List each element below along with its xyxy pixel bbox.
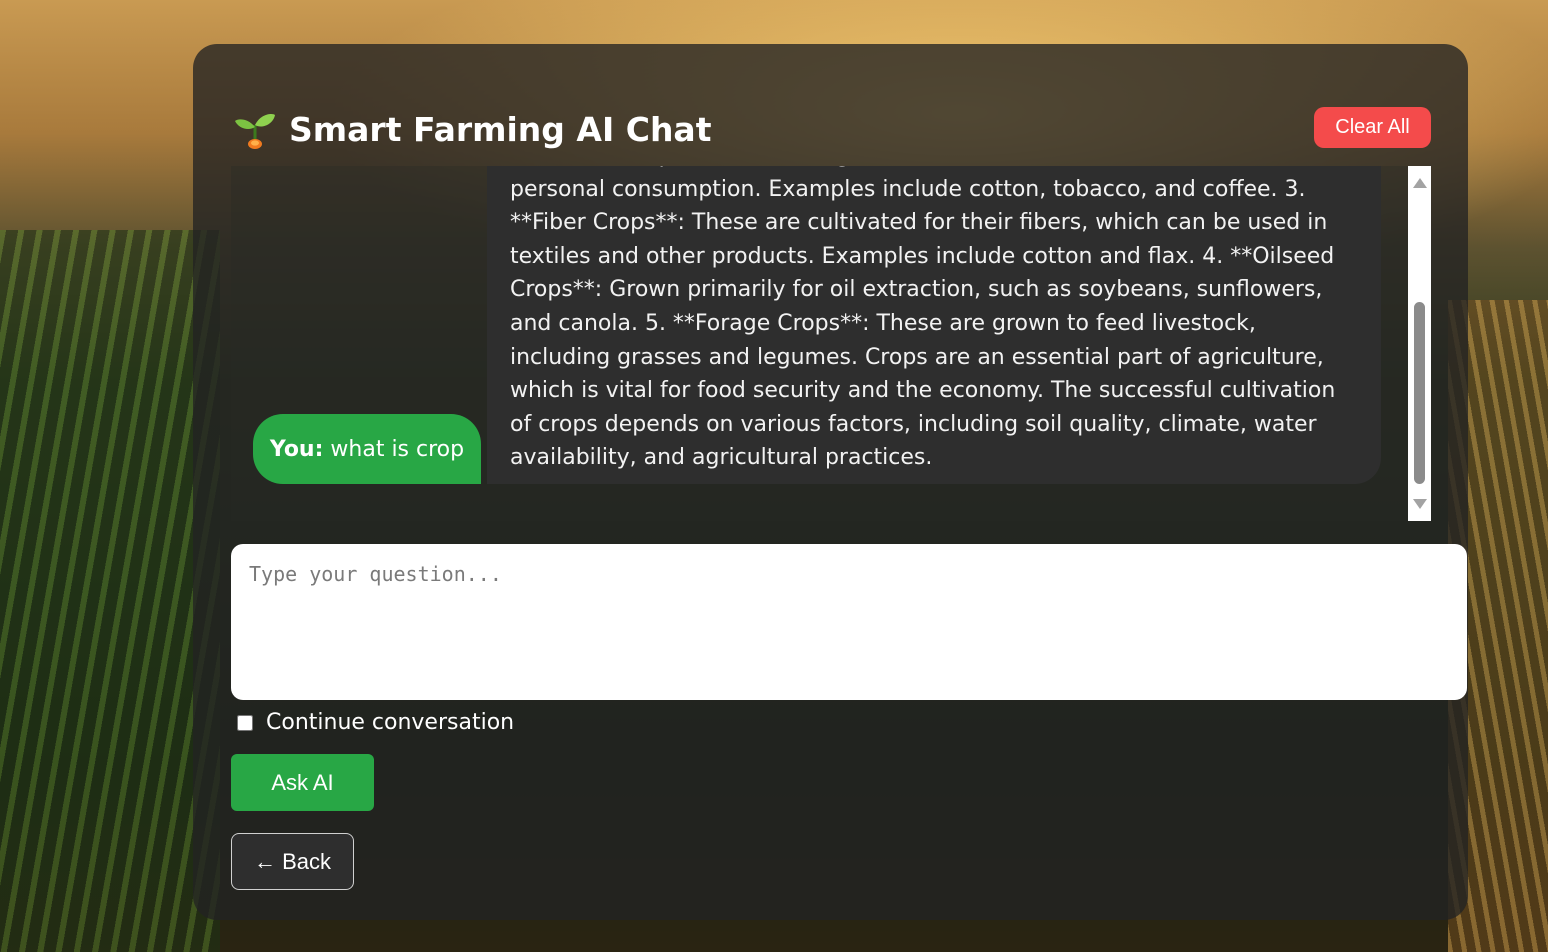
- ai-message-text: 2. **Cash Crops**: These are grown for c…: [510, 166, 1336, 471]
- header: Smart Farming AI Chat: [233, 107, 711, 151]
- continue-conversation-label: Continue conversation: [266, 710, 515, 735]
- user-message-text: what is crop: [330, 436, 465, 462]
- ai-message-bubble: 2. **Cash Crops**: These are grown for c…: [487, 166, 1381, 484]
- sprout-icon: [233, 107, 277, 151]
- ask-ai-button[interactable]: Ask AI: [231, 754, 374, 811]
- scroll-down-arrow-icon[interactable]: [1413, 499, 1427, 509]
- continue-conversation-checkbox[interactable]: [237, 714, 253, 731]
- background-corn-field: [0, 230, 220, 952]
- back-button[interactable]: ← Back: [231, 833, 354, 890]
- continue-conversation-row: Continue conversation: [237, 710, 514, 735]
- clear-all-button[interactable]: Clear All: [1314, 107, 1431, 148]
- chat-scrollbar[interactable]: [1408, 166, 1431, 521]
- question-input[interactable]: [231, 544, 1467, 700]
- page-title: Smart Farming AI Chat: [289, 109, 712, 149]
- user-message-bubble: You: what is crop: [253, 414, 481, 484]
- chat-card: Smart Farming AI Chat Clear All You: wha…: [193, 44, 1468, 920]
- scroll-thumb[interactable]: [1414, 302, 1425, 484]
- chat-history[interactable]: You: what is crop 2. **Cash Crops**: The…: [231, 166, 1408, 521]
- scroll-up-arrow-icon[interactable]: [1413, 178, 1427, 188]
- user-prefix: You:: [269, 436, 324, 462]
